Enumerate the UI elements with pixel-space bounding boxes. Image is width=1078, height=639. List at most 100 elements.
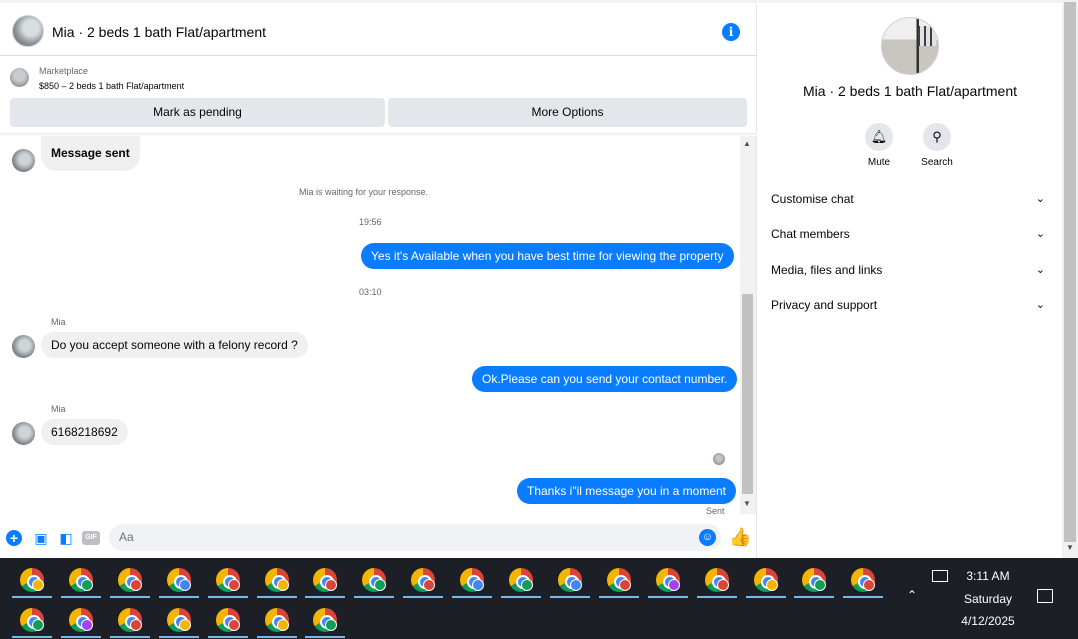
taskbar-chrome-window[interactable] [109, 562, 150, 598]
more-options-button[interactable]: More Options [388, 98, 747, 127]
chevron-down-icon: ⌄ [1035, 228, 1045, 240]
scroll-down-arrow-icon[interactable]: ▼ [743, 499, 751, 508]
taskbar-chrome-window[interactable] [549, 562, 590, 598]
show-hidden-icons-chevron-icon[interactable]: ⌃ [907, 588, 917, 602]
taskbar-chrome-window[interactable] [403, 562, 444, 598]
active-indicator [256, 636, 297, 638]
taskbar-chrome-window[interactable] [598, 562, 639, 598]
taskbar-chrome-window[interactable] [256, 602, 297, 638]
profile-badge-icon [667, 579, 680, 591]
profile-badge-icon [325, 619, 338, 631]
section-customise-chat[interactable]: Customise chat ⌄ [771, 192, 1049, 212]
message-bubble-in[interactable]: Do you accept someone with a felony reco… [41, 332, 308, 358]
network-icon[interactable] [932, 570, 948, 582]
active-indicator [12, 596, 52, 598]
taskbar-chrome-window[interactable] [207, 562, 248, 598]
messages-scrollbar-thumb[interactable] [742, 294, 753, 494]
sender-name: Mia [51, 404, 66, 414]
clock-date[interactable]: 4/12/2025 [950, 614, 1026, 628]
taskbar-chrome-window[interactable] [305, 562, 346, 598]
scroll-up-arrow-icon[interactable]: ▲ [743, 139, 751, 148]
window-graphic [918, 26, 936, 46]
message-bubble-in[interactable]: 6168218692 [41, 419, 128, 445]
timestamp: 03:10 [359, 287, 382, 297]
taskbar-chrome-window[interactable] [109, 602, 150, 638]
timestamp: 19:56 [359, 217, 382, 227]
window-scrollbar-thumb[interactable] [1064, 2, 1076, 542]
sticker-icon[interactable]: ◧ [58, 530, 74, 546]
scroll-down-arrow-icon[interactable]: ▼ [1066, 543, 1074, 552]
taskbar-chrome-window[interactable] [647, 562, 688, 598]
taskbar-chrome-window[interactable] [794, 562, 835, 598]
taskbar-chrome-window[interactable] [60, 602, 101, 638]
taskbar-chrome-window[interactable] [60, 562, 101, 598]
active-indicator [647, 596, 688, 598]
taskbar-chrome-window[interactable] [501, 562, 541, 598]
message-input[interactable] [119, 524, 679, 551]
profile-badge-icon [178, 579, 191, 591]
profile-badge-icon [716, 579, 729, 591]
active-indicator [305, 636, 346, 638]
profile-badge-icon [227, 619, 240, 631]
message-bubble-out[interactable]: Thanks i"il message you in a moment [517, 478, 737, 504]
section-label: Media, files and links [771, 263, 883, 277]
clock-day[interactable]: Saturday [950, 592, 1026, 606]
search-label: Search [921, 157, 953, 168]
active-indicator [598, 596, 639, 598]
profile-badge-icon [178, 619, 191, 631]
active-indicator [745, 596, 786, 598]
active-indicator [60, 636, 101, 638]
emoji-icon[interactable]: ☺ [699, 529, 716, 546]
mute-button[interactable]: 🔔︎ Mute [854, 123, 904, 168]
taskbar-chrome-window[interactable] [305, 602, 346, 638]
mark-as-pending-button[interactable]: Mark as pending [10, 98, 385, 127]
contact-avatar[interactable] [12, 15, 44, 47]
profile-badge-icon [765, 579, 778, 591]
taskbar-chrome-window[interactable] [745, 562, 786, 598]
marketplace-label: Marketplace [39, 66, 89, 76]
message-bubble-out[interactable]: Ok.Please can you send your contact numb… [472, 366, 738, 392]
active-indicator [158, 596, 199, 598]
photo-icon[interactable]: ▣ [33, 530, 49, 546]
taskbar-chrome-window[interactable] [158, 562, 199, 598]
taskbar-chrome-window[interactable] [256, 562, 297, 598]
message-list: Message sent Mia is waiting for your res… [0, 136, 740, 514]
gif-icon[interactable]: GIF [82, 531, 100, 545]
profile-badge-icon [618, 579, 631, 591]
section-label: Privacy and support [771, 298, 878, 312]
chat-title[interactable]: Mia · 2 beds 1 bath Flat/apartment [52, 24, 266, 40]
notifications-icon[interactable] [1037, 589, 1053, 603]
message-input-box[interactable]: ☺ [109, 524, 721, 551]
profile-badge-icon [80, 619, 93, 631]
taskbar-chrome-window[interactable] [207, 602, 248, 638]
taskbar-chrome-window[interactable] [696, 562, 737, 598]
section-media-files-links[interactable]: Media, files and links ⌄ [771, 263, 1049, 283]
profile-badge-icon [129, 619, 142, 631]
message-bubble-in[interactable]: Message sent [41, 136, 140, 171]
listing-price: $850 – 2 beds 1 bath Flat/apartment [39, 81, 185, 91]
profile-badge-icon [814, 579, 827, 591]
sender-name: Mia [51, 317, 66, 327]
active-indicator [109, 636, 150, 638]
clock-time[interactable]: 3:11 AM [950, 569, 1026, 583]
search-button[interactable]: ⚲ Search [912, 123, 962, 168]
marketplace-listing[interactable]: Marketplace $850 – 2 beds 1 bath Flat/ap… [0, 58, 757, 98]
section-privacy-support[interactable]: Privacy and support ⌄ [771, 298, 1049, 318]
listing-photo-avatar[interactable] [881, 17, 939, 75]
section-chat-members[interactable]: Chat members ⌄ [771, 227, 1049, 247]
active-indicator [696, 596, 737, 598]
taskbar-chrome-window[interactable] [12, 602, 52, 638]
active-indicator [403, 596, 444, 598]
info-icon[interactable]: i [722, 23, 740, 41]
taskbar-chrome-window[interactable] [452, 562, 493, 598]
taskbar-chrome-window[interactable] [843, 562, 884, 598]
taskbar-chrome-window[interactable] [12, 562, 52, 598]
active-indicator [501, 596, 541, 598]
plus-icon[interactable]: + [6, 530, 22, 546]
taskbar-chrome-window[interactable] [158, 602, 199, 638]
taskbar-chrome-window[interactable] [354, 562, 395, 598]
message-bubble-out[interactable]: Yes it's Available when you have best ti… [361, 243, 734, 269]
profile-badge-icon [276, 619, 289, 631]
thumbs-up-icon[interactable]: 👍 [729, 527, 751, 548]
read-receipt-avatar [713, 453, 725, 465]
